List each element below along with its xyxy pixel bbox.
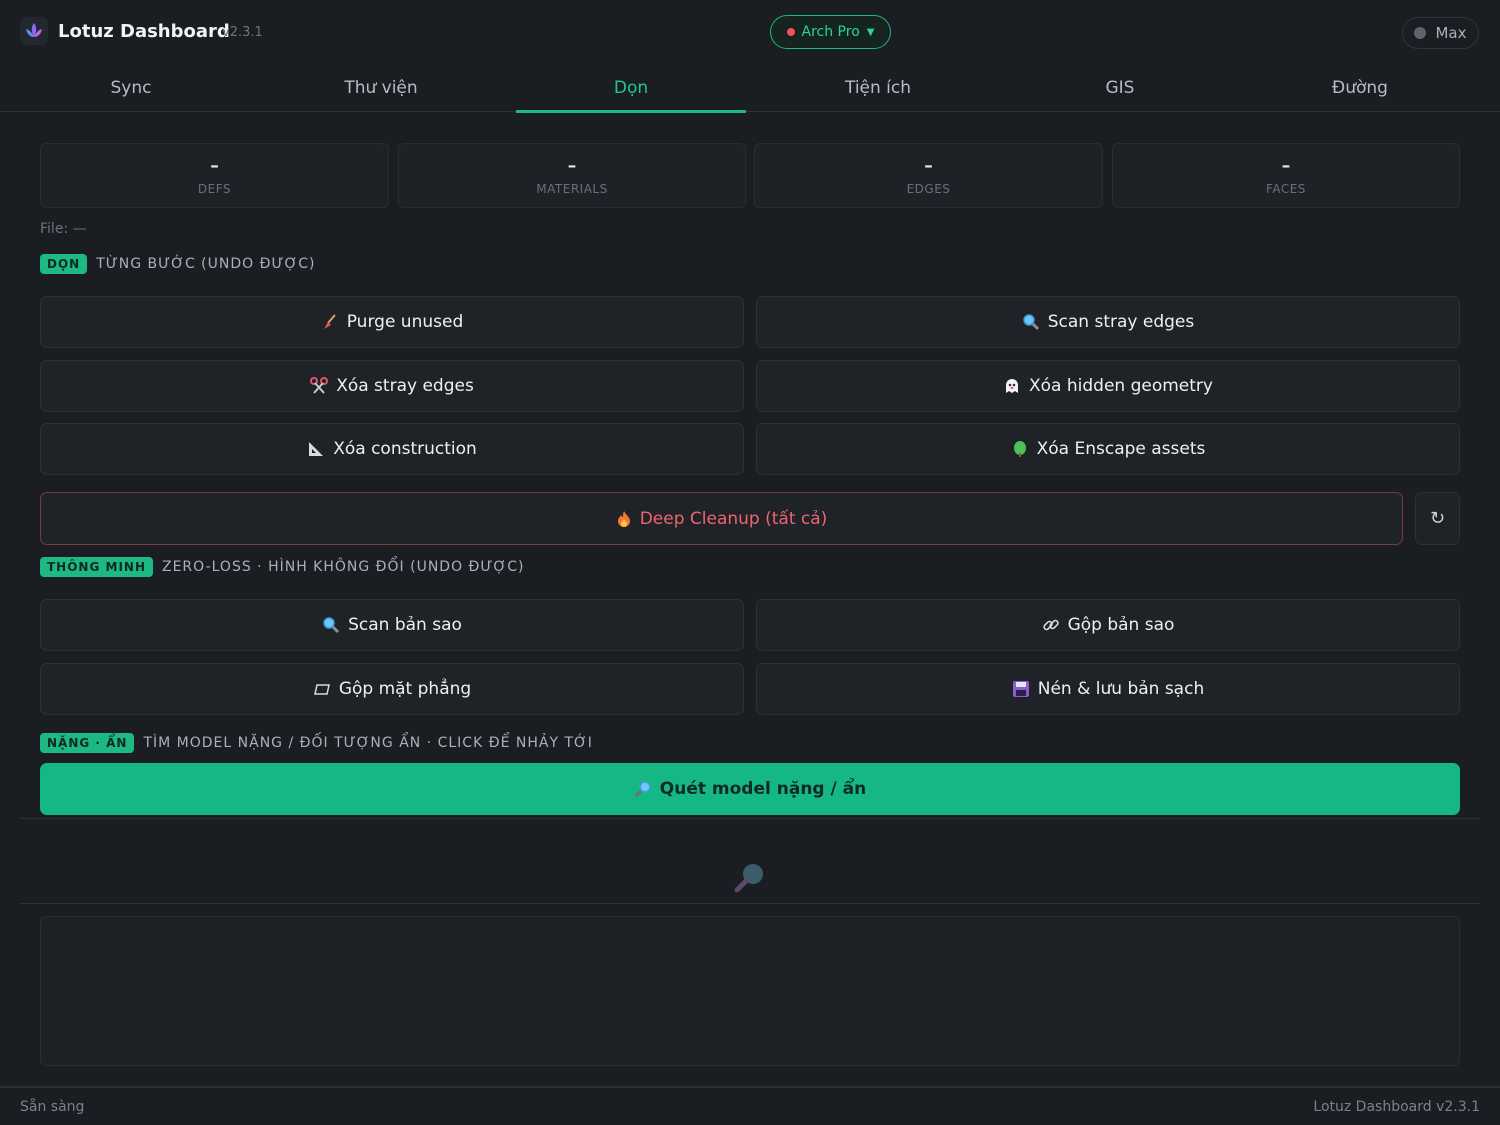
magnifier-icon (322, 616, 340, 634)
scan-duplicates-button[interactable]: Scan bản sao (40, 599, 744, 651)
broom-icon (321, 313, 339, 331)
purge-unused-button[interactable]: Purge unused (40, 296, 744, 348)
button-label: Nén & lưu bản sạch (1037, 679, 1205, 699)
scissors-icon (310, 377, 329, 395)
button-label: Xóa hidden geometry (1029, 376, 1213, 396)
section-smart-header: THÔNG MINH ZERO-LOSS · HÌNH KHÔNG ĐỔI (U… (40, 557, 524, 577)
section-cleanup-header: DỌN TỪNG BƯỚC (UNDO ĐƯỢC) (40, 254, 316, 274)
button-label: Scan bản sao (348, 615, 462, 635)
section-description: TỪNG BƯỚC (UNDO ĐƯỢC) (96, 256, 316, 272)
section-description: TÌM MODEL NẶNG / ĐỐI TƯỢNG ẨN · CLICK ĐỂ… (143, 735, 593, 751)
stat-label: FACES (1266, 182, 1306, 196)
button-label: Gộp bản sao (1067, 615, 1175, 635)
status-dot-icon (786, 28, 795, 36)
delete-stray-edges-button[interactable]: Xóa stray edges (40, 360, 744, 412)
stat-edges: – EDGES (754, 143, 1103, 208)
button-label: Gộp mặt phẳng (338, 679, 472, 699)
triangle-ruler-icon (307, 440, 325, 458)
stat-value: – (924, 156, 933, 176)
magnifier-right-icon (634, 780, 652, 798)
button-label: Quét model nặng / ẩn (659, 779, 867, 799)
app-header: Lotuz Dashboard v2.3.1 Arch Pro ▼ Max (0, 0, 1500, 64)
stat-value: – (1281, 156, 1291, 176)
tab-label: Dọn (613, 78, 649, 98)
section-heavy-header: NẶNG · ẨN TÌM MODEL NẶNG / ĐỐI TƯỢNG ẨN … (40, 733, 593, 753)
stat-label: EDGES (906, 182, 951, 196)
tree-icon (1011, 440, 1029, 458)
status-bar: Sẵn sàng Lotuz Dashboard v2.3.1 (0, 1086, 1500, 1125)
stat-value: – (210, 156, 219, 176)
magnifier-icon (1022, 313, 1040, 331)
tab-sync[interactable]: Sync (20, 64, 242, 112)
stat-value: – (567, 156, 577, 176)
tab-duong[interactable]: Đường (1245, 64, 1475, 112)
section-description: ZERO-LOSS · HÌNH KHÔNG ĐỔI (UNDO ĐƯỢC) (162, 559, 525, 575)
tab-gis[interactable]: GIS (1005, 64, 1235, 112)
merge-duplicates-button[interactable]: Gộp bản sao (756, 599, 1460, 651)
delete-construction-button[interactable]: Xóa construction (40, 423, 744, 475)
stat-defs: – DEFS (40, 143, 389, 208)
ghost-icon (1003, 377, 1021, 395)
button-label: Xóa Enscape assets (1036, 439, 1206, 459)
floppy-disk-icon (1012, 680, 1030, 698)
divider (20, 903, 1480, 904)
stat-label: DEFS (197, 182, 232, 196)
button-label: Xóa stray edges (336, 376, 474, 396)
stat-label: MATERIALS (536, 182, 608, 196)
app-version-footer: Lotuz Dashboard v2.3.1 (1313, 1099, 1480, 1115)
status-text: Sẵn sàng (20, 1099, 85, 1115)
button-label: Purge unused (346, 312, 464, 332)
tab-label: Đường (1332, 78, 1388, 98)
button-label: Xóa construction (333, 439, 477, 459)
tab-label: Sync (110, 78, 152, 98)
button-label: Scan stray edges (1047, 312, 1195, 332)
merge-coplanar-faces-button[interactable]: Gộp mặt phẳng (40, 663, 744, 715)
results-panel (40, 916, 1460, 1066)
search-empty-state-icon (733, 860, 767, 894)
tab-label: GIS (1105, 78, 1135, 98)
section-badge: NẶNG · ẨN (40, 733, 135, 753)
plane-icon (313, 680, 331, 698)
app-title: Lotuz Dashboard (58, 21, 230, 42)
divider (20, 818, 1480, 819)
tab-label: Tiện ích (844, 78, 912, 98)
section-badge: THÔNG MINH (40, 557, 153, 577)
lotus-icon (20, 17, 48, 45)
delete-enscape-assets-button[interactable]: Xóa Enscape assets (756, 423, 1460, 475)
profile-selector[interactable]: Arch Pro ▼ (770, 15, 891, 49)
stat-materials: – MATERIALS (398, 143, 746, 208)
section-badge: DỌN (40, 254, 88, 274)
fire-icon (616, 510, 632, 528)
user-name: Max (1435, 24, 1467, 42)
tab-thu-vien[interactable]: Thư viện (266, 64, 496, 112)
tab-label: Thư viện (344, 78, 418, 98)
app-version: v2.3.1 (222, 25, 263, 40)
scan-stray-edges-button[interactable]: Scan stray edges (756, 296, 1460, 348)
chevron-down-icon: ▼ (866, 26, 875, 38)
tab-tien-ich[interactable]: Tiện ích (763, 64, 993, 112)
scan-heavy-hidden-button[interactable]: Quét model nặng / ẩn (40, 763, 1460, 815)
avatar (1414, 27, 1427, 39)
refresh-button[interactable]: ↻ (1415, 492, 1460, 545)
stat-faces: – FACES (1112, 143, 1460, 208)
tab-don[interactable]: Dọn (516, 64, 746, 113)
main-tabs: Sync Thư viện Dọn Tiện ích GIS Đường (0, 64, 1500, 113)
refresh-icon: ↻ (1429, 508, 1446, 529)
deep-cleanup-button[interactable]: Deep Cleanup (tất cả) (40, 492, 1403, 545)
delete-hidden-geometry-button[interactable]: Xóa hidden geometry (756, 360, 1460, 412)
link-icon (1042, 616, 1060, 634)
compress-save-button[interactable]: Nén & lưu bản sạch (756, 663, 1460, 715)
file-info: File: — (40, 221, 87, 237)
button-label: Deep Cleanup (tất cả) (639, 508, 828, 529)
profile-label: Arch Pro (801, 24, 860, 40)
user-badge[interactable]: Max (1402, 17, 1479, 49)
